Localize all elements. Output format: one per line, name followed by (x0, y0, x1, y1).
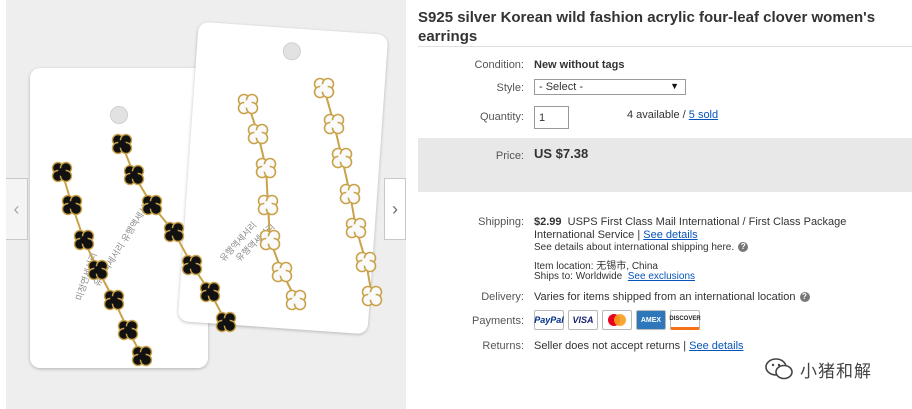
amex-logo-icon: AMEX (636, 310, 666, 330)
quantity-label: Quantity: (479, 111, 524, 123)
listing-title: S925 silver Korean wild fashion acrylic … (418, 9, 876, 45)
international-shipping-text: See details about international shipping… (534, 242, 735, 253)
price-value: US $7.38 (534, 146, 589, 161)
ships-to-value: Worldwide (575, 271, 623, 282)
chevron-right-icon: › (392, 198, 398, 219)
quantity-input[interactable] (534, 106, 569, 129)
returns-details-link[interactable]: See details (689, 340, 743, 352)
shipping-details-link[interactable]: See details (643, 229, 697, 241)
watermark-text: 小猪和解 (800, 361, 872, 382)
ships-to-label: Ships to: (534, 271, 573, 282)
see-exclusions-link[interactable]: See exclusions (628, 271, 695, 282)
payments-label: Payments: (472, 315, 524, 327)
price-label: Price: (495, 150, 524, 162)
ships-to: Ships to: Worldwide See exclusions (534, 271, 695, 282)
international-shipping-note: See details about international shipping… (534, 242, 749, 253)
help-icon[interactable]: ? (799, 292, 810, 303)
sold-count-link[interactable]: 5 sold (689, 109, 718, 121)
help-icon[interactable]: ? (738, 242, 749, 253)
returns-label: Returns: (482, 340, 524, 352)
watermark: 小猪和解 (764, 356, 872, 382)
style-select-value: - Select - (539, 81, 584, 93)
style-label: Style: (496, 82, 524, 94)
shipping-cost: $2.99 (534, 216, 562, 228)
chevron-left-icon: ‹ (13, 198, 20, 219)
previous-image-button[interactable]: ‹ (6, 178, 28, 240)
delivery-info: Varies for items shipped from an interna… (534, 291, 810, 303)
condition-label: Condition: (474, 59, 524, 71)
quantity-availability: 4 available / 5 sold (627, 109, 718, 121)
wechat-logo-icon (765, 358, 793, 380)
price-panel (418, 138, 912, 192)
title-divider (418, 46, 912, 47)
shipping-label: Shipping: (478, 216, 524, 228)
paypal-logo-icon: PayPal (534, 310, 564, 330)
delivery-label: Delivery: (481, 291, 524, 303)
next-image-button[interactable]: › (384, 178, 406, 240)
delivery-value: Varies for items shipped from an interna… (534, 291, 796, 303)
returns-value: Seller does not accept returns | (534, 340, 690, 352)
discover-logo-icon: DISCOVER (669, 310, 701, 330)
available-count: 4 available / (627, 109, 689, 121)
visa-logo-icon: VISA (568, 310, 598, 330)
dropdown-arrow-icon: ▼ (670, 81, 679, 91)
item-location: Item location: 无锡市, China (534, 257, 658, 272)
returns-info: Seller does not accept returns | See det… (534, 340, 744, 352)
shipping-service: $2.99 USPS First Class Mail Internationa… (534, 216, 904, 242)
mastercard-circles (608, 314, 626, 326)
style-select[interactable]: - Select - ▼ (534, 79, 686, 95)
condition-value: New without tags (534, 59, 625, 71)
mastercard-logo-icon (602, 310, 632, 330)
product-image-viewer[interactable]: 미정연세서리 유행액세서리 유행액세서리 유행액세서리 유행액세서리 ‹ › (6, 0, 406, 409)
earrings-photo (51, 77, 383, 367)
